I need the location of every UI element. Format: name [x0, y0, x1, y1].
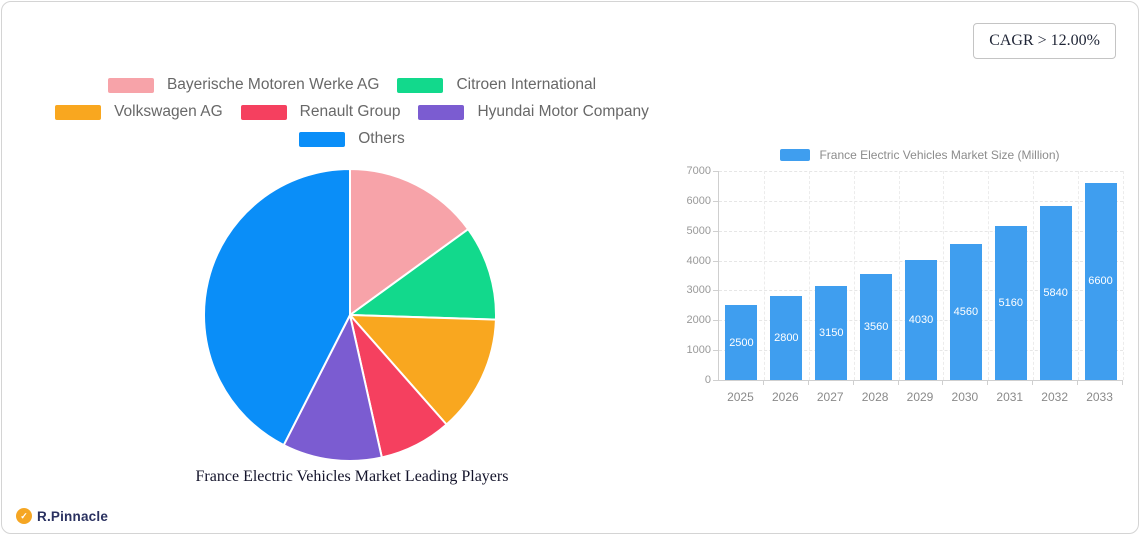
x-axis-tick — [1077, 381, 1079, 385]
gridline — [853, 171, 855, 380]
gridline — [943, 171, 945, 380]
legend-row: Volkswagen AG Renault Group Hyundai Motor … — [2, 103, 702, 121]
legend-label: Volkswagen AG — [114, 103, 223, 120]
legend-swatch — [299, 131, 346, 147]
legend-item-others[interactable]: Others — [299, 130, 405, 148]
cagr-badge: CAGR > 12.00% — [973, 23, 1116, 59]
y-axis-label: 7000 — [686, 165, 711, 177]
y-axis-tick — [713, 350, 718, 352]
bar-legend-swatch — [780, 149, 811, 161]
legend-swatch — [55, 104, 102, 120]
x-axis-label: 2033 — [1086, 390, 1113, 404]
y-axis-label: 1000 — [686, 344, 711, 357]
legend-swatch — [240, 104, 287, 120]
x-axis-label: 2029 — [906, 390, 934, 404]
pie-legend: Bayerische Motoren Werke AG Citroen Inter… — [2, 76, 702, 148]
legend-swatch — [107, 77, 154, 93]
gridline — [808, 171, 810, 380]
legend-item-citroen-international[interactable]: Citroen International — [397, 76, 596, 94]
pie-chart — [200, 165, 500, 465]
gridline — [763, 171, 765, 380]
y-axis-tick — [713, 380, 718, 381]
y-axis-label: 5000 — [686, 224, 711, 237]
x-axis-label: 2028 — [861, 390, 889, 404]
x-axis-tick — [762, 381, 764, 385]
legend-label: Renault Group — [299, 103, 401, 120]
pie-chart-title: France Electric Vehicles Market Leading … — [195, 468, 509, 485]
y-axis-label: 6000 — [686, 194, 711, 207]
legend-row: Bayerische Motoren Werke AG Citroen Inter… — [2, 76, 702, 94]
bar-chart-legend[interactable]: France Electric Vehicles Market Size (Mi… — [718, 148, 1122, 162]
legend-label: Hyundai Motor Company — [477, 103, 649, 120]
y-axis-tick — [713, 260, 718, 262]
gridline — [898, 171, 900, 380]
bar-chart: France Electric Vehicles Market Size (Mi… — [672, 142, 1134, 432]
x-axis-tick — [852, 381, 854, 385]
x-axis-tick — [1122, 381, 1123, 385]
x-axis-tick — [807, 381, 809, 385]
x-axis-label: 2026 — [771, 390, 799, 404]
legend-item-volkswagen-ag[interactable]: Volkswagen AG — [55, 103, 223, 121]
bar-value-label: 5160 — [998, 296, 1023, 309]
y-axis-tick — [713, 200, 718, 202]
y-axis-tick — [713, 171, 718, 172]
legend-row: Others — [2, 130, 702, 148]
report-card: CAGR > 12.00% Bayerische Motoren Werke A… — [1, 1, 1139, 534]
bar-value-label: 5840 — [1043, 286, 1068, 299]
legend-swatch — [397, 77, 444, 93]
bar-value-label: 3560 — [863, 320, 889, 333]
x-axis-label: 2030 — [951, 390, 979, 404]
x-axis-label: 2031 — [996, 390, 1024, 404]
bar-legend-label: France Electric Vehicles Market Size (Mi… — [819, 148, 1060, 162]
legend-label: Citroen International — [456, 76, 597, 93]
y-axis-tick — [713, 320, 718, 322]
y-axis-label: 4000 — [686, 254, 711, 267]
x-axis-label: 2032 — [1041, 390, 1068, 404]
legend-label: Bayerische Motoren Werke AG — [166, 76, 380, 93]
bar-value-label: 2800 — [774, 332, 799, 345]
y-axis-label: 3000 — [686, 284, 711, 297]
y-axis-label: 2000 — [686, 314, 711, 327]
legend-item-renault-group[interactable]: Renault Group — [240, 103, 401, 121]
legend-item-bayerische-motoren-werke-ag[interactable]: Bayerische Motoren Werke AG — [107, 76, 380, 94]
x-axis-tick — [987, 381, 989, 385]
bar-value-label: 2500 — [729, 336, 754, 349]
brand-circle-icon: ✓ — [16, 508, 32, 524]
gridline — [719, 200, 1123, 202]
gridline — [719, 171, 1123, 172]
brand-name: R.Pinnacle — [37, 508, 109, 524]
x-axis-tick — [897, 381, 899, 385]
y-axis-label: 0 — [704, 374, 711, 386]
x-axis-label: 2025 — [727, 390, 754, 404]
x-axis-tick — [1032, 381, 1034, 385]
gridline — [988, 171, 990, 380]
bar-value-label: 6600 — [1088, 275, 1113, 288]
pie-svg — [202, 168, 497, 462]
y-axis-tick — [713, 290, 718, 292]
legend-label: Others — [358, 130, 405, 147]
gridline — [1078, 171, 1080, 380]
bar-value-label: 4560 — [953, 305, 979, 318]
gridline — [1123, 171, 1124, 380]
legend-swatch — [418, 104, 465, 120]
x-axis-label: 2027 — [816, 390, 844, 404]
brand-logo: ✓ R.Pinnacle — [16, 508, 108, 524]
x-axis-tick — [942, 381, 944, 385]
bar-plot-area: 2500 2800 3150 3560 4030 4560 5160 5840 6600 — [718, 171, 1124, 381]
bar-value-label: 4030 — [908, 313, 934, 326]
bar-value-label: 3150 — [818, 326, 844, 339]
y-axis-tick — [713, 230, 718, 232]
gridline — [1033, 171, 1035, 380]
legend-item-hyundai-motor-company[interactable]: Hyundai Motor Company — [418, 103, 649, 121]
